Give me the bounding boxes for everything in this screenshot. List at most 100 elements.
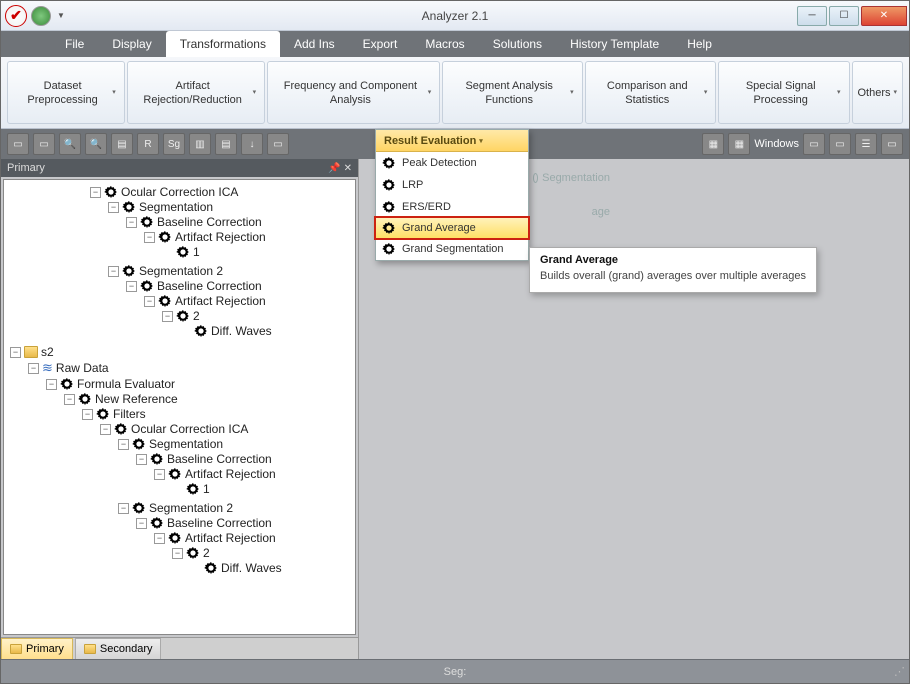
tool-zoom-out[interactable]: 🔍 bbox=[85, 133, 107, 155]
tree-node[interactable]: Segmentation bbox=[149, 437, 223, 451]
collapse-icon[interactable]: − bbox=[126, 281, 137, 292]
tool-btn-down[interactable]: ↓ bbox=[241, 133, 263, 155]
tree-node[interactable]: New Reference bbox=[95, 392, 178, 406]
tree-node[interactable]: Segmentation 2 bbox=[149, 501, 233, 515]
ribbon-artifact-rejection[interactable]: Artifact Rejection/Reduction▾ bbox=[127, 61, 265, 124]
tree-view[interactable]: −Ocular Correction ICA −Segmentation −Ba… bbox=[3, 179, 356, 635]
dd-grand-average[interactable]: Grand Average bbox=[375, 217, 529, 239]
menu-export[interactable]: Export bbox=[349, 31, 412, 57]
tool-btn-9[interactable]: ▤ bbox=[215, 133, 237, 155]
tree-node[interactable]: Diff. Waves bbox=[221, 561, 282, 575]
tree-node[interactable]: Artifact Rejection bbox=[175, 294, 266, 308]
status-seg: Seg: bbox=[444, 666, 467, 678]
ribbon-special-signal[interactable]: Special Signal Processing▾ bbox=[718, 61, 849, 124]
ribbon-frequency-component[interactable]: Frequency and Component Analysis▾ bbox=[267, 61, 440, 124]
resize-grip-icon[interactable]: ⋰ bbox=[894, 665, 909, 678]
tree-node[interactable]: Baseline Correction bbox=[167, 452, 272, 466]
collapse-icon[interactable]: − bbox=[100, 424, 111, 435]
collapse-icon[interactable]: − bbox=[108, 266, 119, 277]
dd-ers-erd[interactable]: ERS/ERD bbox=[376, 196, 528, 218]
tree-node[interactable]: 1 bbox=[203, 482, 210, 496]
menu-help[interactable]: Help bbox=[673, 31, 726, 57]
ribbon-others[interactable]: Others▾ bbox=[852, 61, 903, 124]
ribbon-segment-analysis[interactable]: Segment Analysis Functions▾ bbox=[442, 61, 582, 124]
tool-btn-1[interactable]: ▭ bbox=[7, 133, 29, 155]
tool-win-4[interactable]: ▭ bbox=[881, 133, 903, 155]
tool-win-1[interactable]: ▭ bbox=[803, 133, 825, 155]
tab-primary[interactable]: Primary bbox=[1, 638, 73, 659]
tool-btn-r[interactable]: R bbox=[137, 133, 159, 155]
dd-lrp[interactable]: LRP bbox=[376, 174, 528, 196]
tool-btn-sg[interactable]: Sg bbox=[163, 133, 185, 155]
maximize-button[interactable]: ☐ bbox=[829, 6, 859, 26]
tree-node[interactable]: s2 bbox=[41, 345, 54, 359]
tree-node[interactable]: Filters bbox=[113, 407, 146, 421]
tab-secondary[interactable]: Secondary bbox=[75, 638, 162, 659]
gear-icon bbox=[176, 245, 190, 259]
menu-transformations[interactable]: Transformations bbox=[166, 31, 280, 57]
tool-btn-11[interactable]: ▭ bbox=[267, 133, 289, 155]
menu-addins[interactable]: Add Ins bbox=[280, 31, 349, 57]
tree-node[interactable]: Ocular Correction ICA bbox=[131, 422, 248, 436]
titlebar: ✔ ▼ Analyzer 2.1 ─ ☐ ✕ bbox=[1, 1, 909, 31]
collapse-icon[interactable]: − bbox=[136, 518, 147, 529]
tool-btn-8[interactable]: ▥ bbox=[189, 133, 211, 155]
ribbon-comparison-stats[interactable]: Comparison and Statistics▾ bbox=[585, 61, 717, 124]
tree-node[interactable]: Raw Data bbox=[56, 361, 109, 375]
collapse-icon[interactable]: − bbox=[144, 232, 155, 243]
tree-node[interactable]: Formula Evaluator bbox=[77, 377, 175, 391]
close-button[interactable]: ✕ bbox=[861, 6, 907, 26]
collapse-icon[interactable]: − bbox=[46, 379, 57, 390]
menu-macros[interactable]: Macros bbox=[411, 31, 478, 57]
windows-label[interactable]: Windows bbox=[754, 138, 799, 150]
tree-node[interactable]: Artifact Rejection bbox=[185, 531, 276, 545]
tree-node[interactable]: Artifact Rejection bbox=[185, 467, 276, 481]
collapse-icon[interactable]: − bbox=[10, 347, 21, 358]
tool-btn-5[interactable]: ▤ bbox=[111, 133, 133, 155]
tree-node[interactable]: Ocular Correction ICA bbox=[121, 185, 238, 199]
ribbon-dataset-preprocessing[interactable]: Dataset Preprocessing▾ bbox=[7, 61, 125, 124]
dd-grand-segmentation[interactable]: Grand Segmentation bbox=[376, 238, 528, 260]
menu-display[interactable]: Display bbox=[98, 31, 165, 57]
collapse-icon[interactable]: − bbox=[64, 394, 75, 405]
tree-node[interactable]: 2 bbox=[203, 546, 210, 560]
tree-node[interactable]: Diff. Waves bbox=[211, 324, 272, 338]
collapse-icon[interactable]: − bbox=[162, 311, 173, 322]
collapse-icon[interactable]: − bbox=[136, 454, 147, 465]
dropdown-header[interactable]: Result Evaluation▾ bbox=[376, 130, 528, 152]
collapse-icon[interactable]: − bbox=[82, 409, 93, 420]
pin-icon[interactable]: 📌 ✕ bbox=[328, 163, 352, 174]
tool-win-3[interactable]: ☰ bbox=[855, 133, 877, 155]
tree-node[interactable]: Baseline Correction bbox=[157, 215, 262, 229]
tree-node[interactable]: Baseline Correction bbox=[167, 516, 272, 530]
globe-icon[interactable] bbox=[31, 6, 51, 26]
collapse-icon[interactable]: − bbox=[118, 439, 129, 450]
tool-win-2[interactable]: ▭ bbox=[829, 133, 851, 155]
collapse-icon[interactable]: − bbox=[90, 187, 101, 198]
tree-node[interactable]: Artifact Rejection bbox=[175, 230, 266, 244]
minimize-button[interactable]: ─ bbox=[797, 6, 827, 26]
tree-node[interactable]: Baseline Correction bbox=[157, 279, 262, 293]
tool-zoom-in[interactable]: 🔍 bbox=[59, 133, 81, 155]
tree-node[interactable]: 2 bbox=[193, 309, 200, 323]
collapse-icon[interactable]: − bbox=[154, 469, 165, 480]
tool-layout-1[interactable]: ▦ bbox=[702, 133, 724, 155]
tool-btn-2[interactable]: ▭ bbox=[33, 133, 55, 155]
collapse-icon[interactable]: − bbox=[108, 202, 119, 213]
menu-solutions[interactable]: Solutions bbox=[479, 31, 556, 57]
menu-history-template[interactable]: History Template bbox=[556, 31, 673, 57]
collapse-icon[interactable]: − bbox=[28, 363, 39, 374]
collapse-icon[interactable]: − bbox=[154, 533, 165, 544]
collapse-icon[interactable]: − bbox=[172, 548, 183, 559]
collapse-icon[interactable]: − bbox=[118, 503, 129, 514]
tree-node[interactable]: Segmentation bbox=[139, 200, 213, 214]
dd-peak-detection[interactable]: Peak Detection bbox=[376, 152, 528, 174]
collapse-icon[interactable]: − bbox=[144, 296, 155, 307]
qat-dropdown-icon[interactable]: ▼ bbox=[55, 11, 67, 20]
tree-node[interactable]: 1 bbox=[193, 245, 200, 259]
sidebar-header: Primary 📌 ✕ bbox=[1, 159, 358, 177]
collapse-icon[interactable]: − bbox=[126, 217, 137, 228]
tool-layout-2[interactable]: ▦ bbox=[728, 133, 750, 155]
tree-node[interactable]: Segmentation 2 bbox=[139, 264, 223, 278]
menu-file[interactable]: File bbox=[51, 31, 98, 57]
